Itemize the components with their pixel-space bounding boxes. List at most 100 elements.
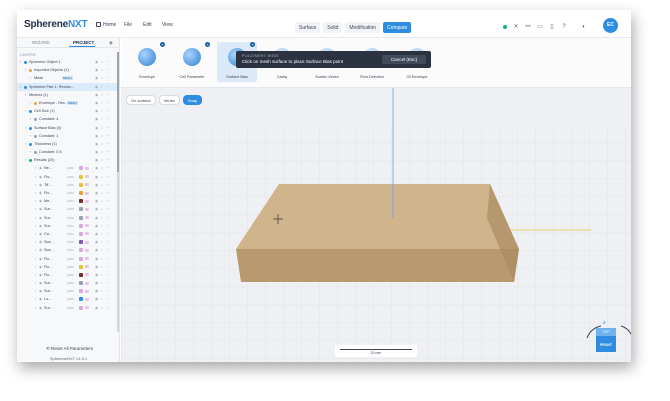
visibility-toggle-icon[interactable]: ◉ — [95, 175, 98, 179]
visibility-icon[interactable]: ◉ — [39, 281, 42, 285]
tool-envelope[interactable]: Envelope + — [127, 42, 167, 82]
search-icon[interactable]: ⌕ — [101, 248, 103, 252]
visibility-toggle-icon[interactable]: ◉ — [95, 265, 98, 269]
search-icon[interactable]: ⌕ — [101, 60, 103, 64]
help-icon[interactable]: ? — [561, 24, 567, 30]
tab-wizard[interactable]: WIZARD — [32, 40, 50, 45]
more-icon[interactable]: ⋯ — [107, 101, 111, 105]
chevron-right-icon[interactable]: › — [35, 297, 36, 301]
color-swatch[interactable] — [79, 215, 83, 220]
tree-row[interactable]: › ◉ Sca... 1000 ◉ ⌕ ⋯ — [17, 238, 117, 246]
tree-row[interactable]: › Spherene Part 1: Rectan... ◉ ⌕ ⋯ — [17, 82, 117, 91]
more-icon[interactable]: ⋯ — [107, 134, 111, 138]
chevron-right-icon[interactable]: › — [25, 142, 26, 146]
search-icon[interactable]: ⌕ — [101, 183, 103, 187]
app-logo[interactable]: SphereneNXT — [24, 19, 88, 30]
search-icon[interactable]: ⌕ — [101, 142, 103, 146]
visibility-toggle-icon[interactable]: ◉ — [95, 232, 98, 236]
chevron-right-icon[interactable]: › — [35, 191, 36, 195]
visibility-icon[interactable]: ◉ — [39, 240, 42, 244]
more-icon[interactable]: ⋯ — [107, 199, 111, 203]
tree-row[interactable]: › ◉ Sur... 1000 ◉ ⌕ ⋯ — [17, 222, 117, 230]
tree-row[interactable]: › ◉ Flo... 1000 ◉ ⌕ ⋯ — [17, 189, 117, 197]
view-cube-front[interactable]: FRONT — [596, 342, 616, 348]
more-icon[interactable]: ⋯ — [107, 207, 111, 211]
visibility-toggle-icon[interactable]: ◉ — [95, 306, 98, 310]
color-swatch[interactable] — [79, 231, 83, 236]
color-swatch[interactable] — [79, 191, 83, 195]
visibility-icon[interactable]: ◉ — [39, 191, 42, 195]
search-icon[interactable]: ⌕ — [101, 273, 103, 277]
visibility-toggle-icon[interactable]: ◉ — [95, 158, 98, 162]
add-icon[interactable]: + — [250, 42, 255, 47]
search-icon[interactable]: ⌕ — [101, 240, 103, 244]
visibility-toggle-icon[interactable]: ◉ — [95, 85, 98, 89]
search-icon[interactable]: ⌕ — [101, 257, 103, 261]
more-icon[interactable]: ⋯ — [107, 68, 111, 72]
chevron-right-icon[interactable]: › — [25, 68, 26, 72]
tree-row[interactable]: › ◉ Sca... 1000 ◉ ⌕ ⋯ — [17, 246, 117, 254]
mode-compute[interactable]: Compute — [383, 22, 412, 33]
chevron-right-icon[interactable]: › — [35, 166, 36, 170]
chevron-right-icon[interactable]: › — [30, 76, 31, 80]
search-icon[interactable]: ⌕ — [101, 216, 103, 220]
theme-icon[interactable]: ◐ — [581, 24, 587, 30]
chevron-right-icon[interactable]: › — [35, 257, 36, 261]
visibility-toggle-icon[interactable]: ◉ — [95, 248, 98, 252]
visibility-toggle-icon[interactable]: ◉ — [95, 68, 98, 72]
search-icon[interactable]: ⌕ — [101, 134, 103, 138]
more-icon[interactable]: ⋯ — [107, 85, 111, 89]
search-icon[interactable]: ⌕ — [101, 281, 103, 285]
more-icon[interactable]: ⋯ — [107, 281, 111, 285]
search-icon[interactable]: ⌕ — [101, 306, 103, 310]
visibility-icon[interactable]: ◉ — [39, 289, 42, 293]
search-icon[interactable]: ⌕ — [101, 93, 103, 97]
more-icon[interactable]: ⋯ — [107, 224, 111, 228]
chevron-right-icon[interactable]: › — [35, 265, 36, 269]
tree-row[interactable]: › ◉ Flo... 1000 ◉ ⌕ ⋯ — [17, 173, 117, 181]
tree-row[interactable]: › ◉ Sur... 1000 ◉ ⌕ ⋯ — [17, 214, 117, 222]
color-swatch[interactable] — [79, 199, 83, 204]
mode-on-surface[interactable]: On surface — [126, 95, 156, 105]
tree-row[interactable]: › ◉ Sur... 1000 ◉ ⌕ ⋯ — [17, 287, 117, 295]
chevron-right-icon[interactable]: › — [35, 175, 36, 179]
visibility-toggle-icon[interactable]: ◉ — [95, 93, 98, 97]
tree-row[interactable]: › ◉ Sur... 1000 ◉ ⌕ ⋯ — [17, 304, 117, 312]
more-icon[interactable]: ⋯ — [107, 232, 111, 236]
visibility-toggle-icon[interactable]: ◉ — [95, 134, 98, 138]
visibility-toggle-icon[interactable]: ◉ — [95, 281, 98, 285]
more-icon[interactable]: ⋯ — [107, 289, 111, 293]
more-icon[interactable]: ⋯ — [107, 297, 111, 301]
document-icon[interactable]: ▯ — [549, 23, 555, 30]
chevron-right-icon[interactable]: › — [35, 199, 36, 203]
tree-row[interactable]: › Surface Bias (0) ◉ ⌕ ⋯ — [17, 124, 117, 132]
more-icon[interactable]: ⋯ — [107, 306, 111, 310]
more-icon[interactable]: ⋯ — [107, 126, 111, 130]
search-icon[interactable]: ⌕ — [101, 289, 103, 293]
more-icon[interactable]: ⋯ — [107, 183, 111, 187]
visibility-icon[interactable]: ◉ — [39, 265, 42, 269]
color-swatch[interactable] — [79, 166, 83, 171]
cancel-placement-button[interactable]: Cancel (Esc) — [382, 55, 426, 64]
mode-vertex[interactable]: Vertex — [158, 95, 180, 105]
visibility-toggle-icon[interactable]: ◉ — [95, 150, 98, 154]
visibility-toggle-icon[interactable]: ◉ — [95, 207, 98, 211]
menu-view[interactable]: View — [162, 22, 173, 28]
mode-surface[interactable]: Surface — [295, 22, 321, 33]
tree-row[interactable]: › Results (20) ◉ ⌕ ⋯ — [17, 156, 117, 164]
mode-snap[interactable]: Snap — [182, 95, 203, 105]
tree-row[interactable]: › ◉ Sur... 1000 ◉ ⌕ ⋯ — [17, 205, 117, 213]
search-icon[interactable]: ⌕ — [101, 191, 103, 195]
chevron-right-icon[interactable]: › — [25, 126, 26, 130]
tree-row[interactable]: › Constant: 0.5 ◉ ⌕ ⋯ — [17, 148, 117, 156]
visibility-toggle-icon[interactable]: ◉ — [95, 126, 98, 130]
visibility-toggle-icon[interactable]: ◉ — [95, 297, 98, 301]
chevron-right-icon[interactable]: › — [25, 109, 26, 113]
search-icon[interactable]: ⌕ — [101, 224, 103, 228]
visibility-icon[interactable]: ◉ — [39, 207, 42, 211]
chevron-right-icon[interactable]: › — [35, 232, 36, 236]
menu-file[interactable]: File — [124, 22, 132, 28]
add-icon[interactable]: + — [160, 42, 165, 47]
reset-parameters-button[interactable]: ⟲ Reset All Parameters — [27, 344, 112, 354]
search-icon[interactable]: ⌕ — [101, 158, 103, 162]
